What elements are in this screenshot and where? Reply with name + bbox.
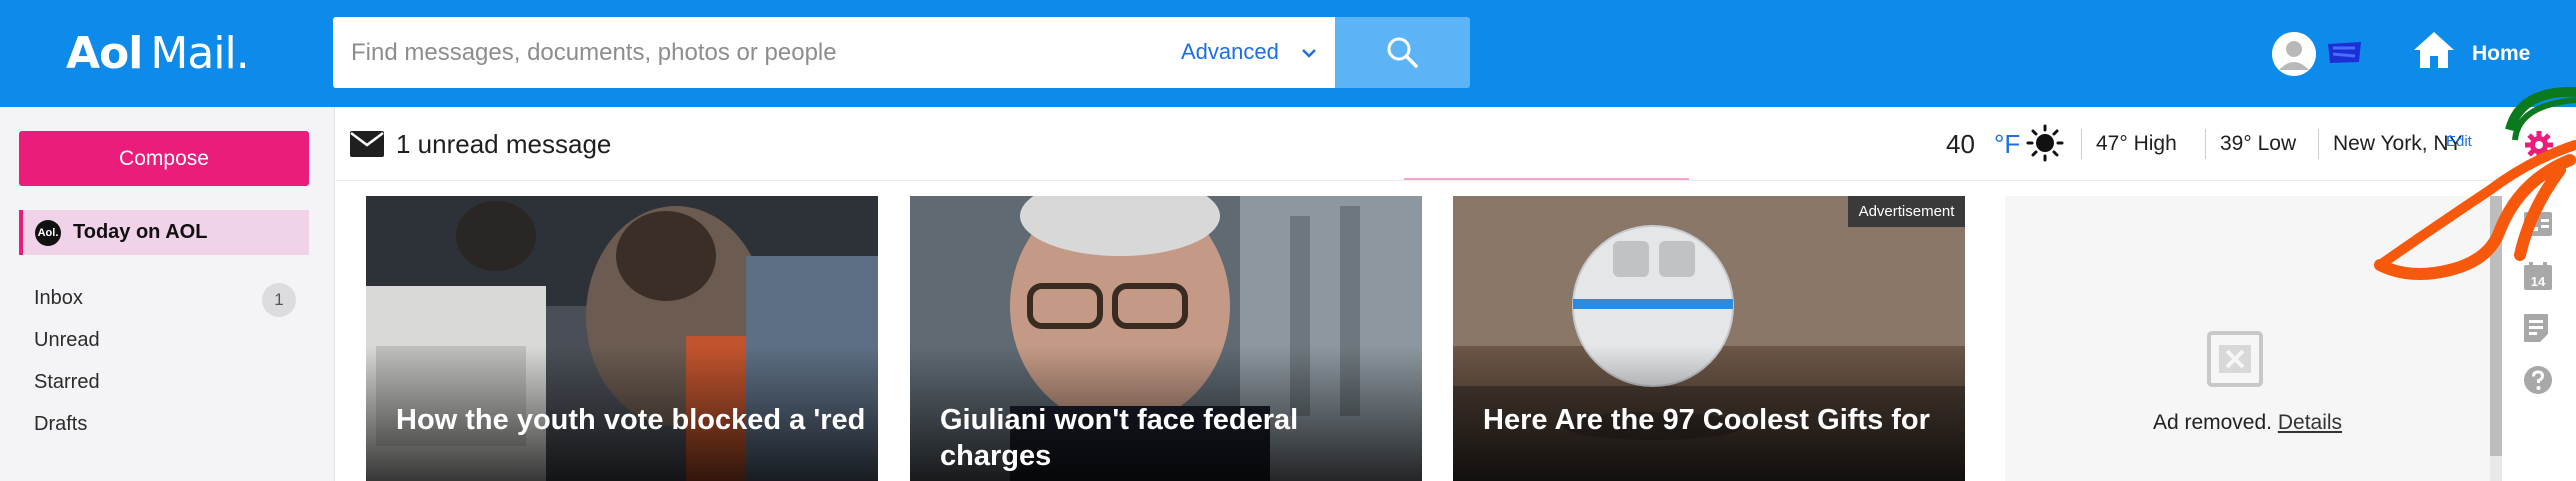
advanced-search-link[interactable]: Advanced: [1181, 39, 1279, 65]
news-card[interactable]: How the youth vote blocked a 'red: [366, 196, 878, 481]
loading-indicator: [1404, 178, 1689, 180]
divider: [2318, 129, 2319, 159]
home-button[interactable]: Home: [2412, 30, 2552, 74]
unread-count-text[interactable]: 1 unread message: [396, 129, 611, 160]
notepad-icon[interactable]: [2524, 314, 2548, 342]
weather-high: 47° High: [2096, 132, 2177, 155]
ad-removed-text: Ad removed. Details: [2005, 411, 2490, 435]
chevron-down-icon[interactable]: [1298, 42, 1320, 64]
broken-image-icon: [2207, 331, 2263, 387]
user-avatar-icon: [2272, 32, 2316, 76]
sidebar: Compose Aol. Today on AOL Inbox 1 Unread…: [0, 107, 335, 481]
temperature-unit-toggle[interactable]: °F: [1994, 129, 2020, 160]
news-card-title[interactable]: Giuliani won't face federal charges: [940, 402, 1410, 474]
sun-icon: [2026, 124, 2064, 162]
search-icon: [1387, 37, 1418, 68]
logo-product: Mail.: [150, 28, 249, 79]
sidebar-item-today-on-aol[interactable]: Aol. Today on AOL: [19, 210, 309, 255]
ad-removed-label: Ad removed.: [2152, 411, 2272, 434]
compose-button[interactable]: Compose: [19, 131, 309, 186]
sponsored-card[interactable]: Advertisement Here Are the 97 Coolest Gi…: [1453, 196, 1965, 481]
aol-badge-icon: Aol.: [35, 220, 61, 246]
sidebar-item-unread[interactable]: Unread: [34, 329, 100, 352]
news-card[interactable]: Giuliani won't face federal charges: [910, 196, 1422, 481]
help-icon[interactable]: [2524, 366, 2552, 394]
sidebar-item-starred[interactable]: Starred: [34, 371, 100, 394]
scribble-mark: [2328, 42, 2361, 63]
search-input[interactable]: [351, 35, 1151, 71]
annotation-scribble: [2374, 86, 2576, 280]
aol-mail-logo[interactable]: Aol Mail.: [66, 28, 250, 79]
advertisement-badge: Advertisement: [1848, 196, 1965, 227]
search-button[interactable]: [1335, 17, 1470, 88]
ad-details-link[interactable]: Details: [2278, 411, 2342, 434]
weather-temperature: 40: [1946, 129, 1975, 159]
news-card-title[interactable]: How the youth vote blocked a 'red: [396, 402, 866, 438]
message-summary-bar: 1 unread message 40 °F 47° High 39° Low …: [336, 107, 2512, 181]
search-bar: Advanced: [333, 17, 1335, 88]
avatar[interactable]: [2272, 32, 2316, 76]
weather-low: 39° Low: [2220, 132, 2297, 155]
divider: [2205, 129, 2206, 159]
home-icon: [2414, 32, 2454, 68]
sidebar-item-inbox[interactable]: Inbox: [34, 287, 83, 310]
app-header: AolMail. Advanced Home: [0, 0, 2576, 107]
logo-brand: Aol: [66, 28, 143, 79]
home-label: Home: [2472, 42, 2531, 65]
envelope-icon: [350, 131, 384, 157]
sidebar-item-label: Today on AOL: [73, 221, 208, 243]
divider: [2081, 129, 2082, 159]
inbox-count-badge: 1: [262, 283, 296, 317]
sidebar-item-drafts[interactable]: Drafts: [34, 413, 87, 436]
sponsored-card-title[interactable]: Here Are the 97 Coolest Gifts for: [1483, 402, 1953, 438]
